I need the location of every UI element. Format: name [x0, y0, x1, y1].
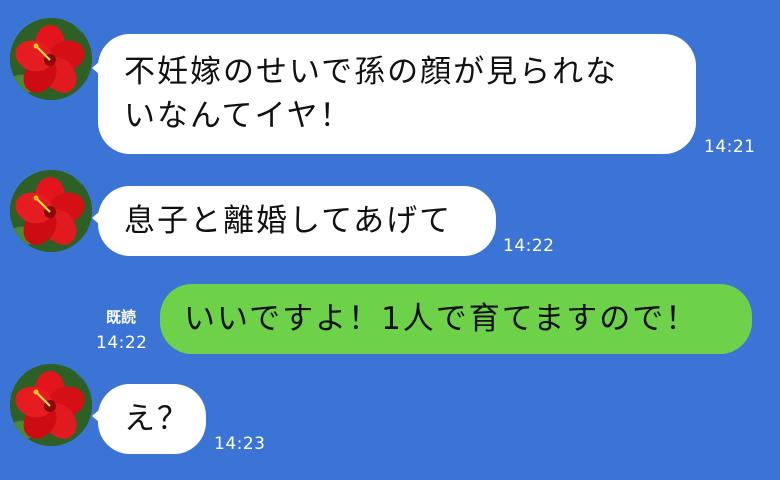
message-text-line: 息子と離婚してあげて [124, 203, 453, 239]
sender-avatar-3[interactable] [10, 364, 92, 446]
message-bubble-3[interactable]: いいですよ！1人で育てますので！ [160, 284, 752, 354]
message-timestamp-1: 14:21 [704, 137, 756, 157]
message-text-line: いなんてイヤ！ [124, 98, 353, 134]
message-bubble-2[interactable]: 息子と離婚してあげて [98, 186, 496, 256]
read-receipt-label: 既読 [106, 308, 137, 326]
message-timestamp-2: 14:22 [503, 236, 555, 256]
hibiscus-flower-icon [10, 18, 92, 100]
message-timestamp-4: 14:23 [214, 434, 266, 454]
message-text-line: いいですよ！1人で育てますので！ [184, 301, 699, 337]
sender-avatar-2[interactable] [10, 170, 92, 252]
sender-avatar-1[interactable] [10, 18, 92, 100]
hibiscus-flower-icon [10, 170, 92, 252]
message-bubble-4[interactable]: え？ [98, 384, 206, 454]
chat-area: 不妊嫁のせいで孫の顔が見られな いなんてイヤ！ 14:21 息子と離婚してあげて… [0, 0, 780, 480]
message-bubble-1[interactable]: 不妊嫁のせいで孫の顔が見られな いなんてイヤ！ [98, 34, 696, 154]
message-timestamp-3: 14:22 [96, 333, 148, 353]
message-text-line: え？ [124, 401, 190, 437]
message-text-line: 不妊嫁のせいで孫の顔が見られな [124, 54, 619, 90]
hibiscus-flower-icon [10, 364, 92, 446]
